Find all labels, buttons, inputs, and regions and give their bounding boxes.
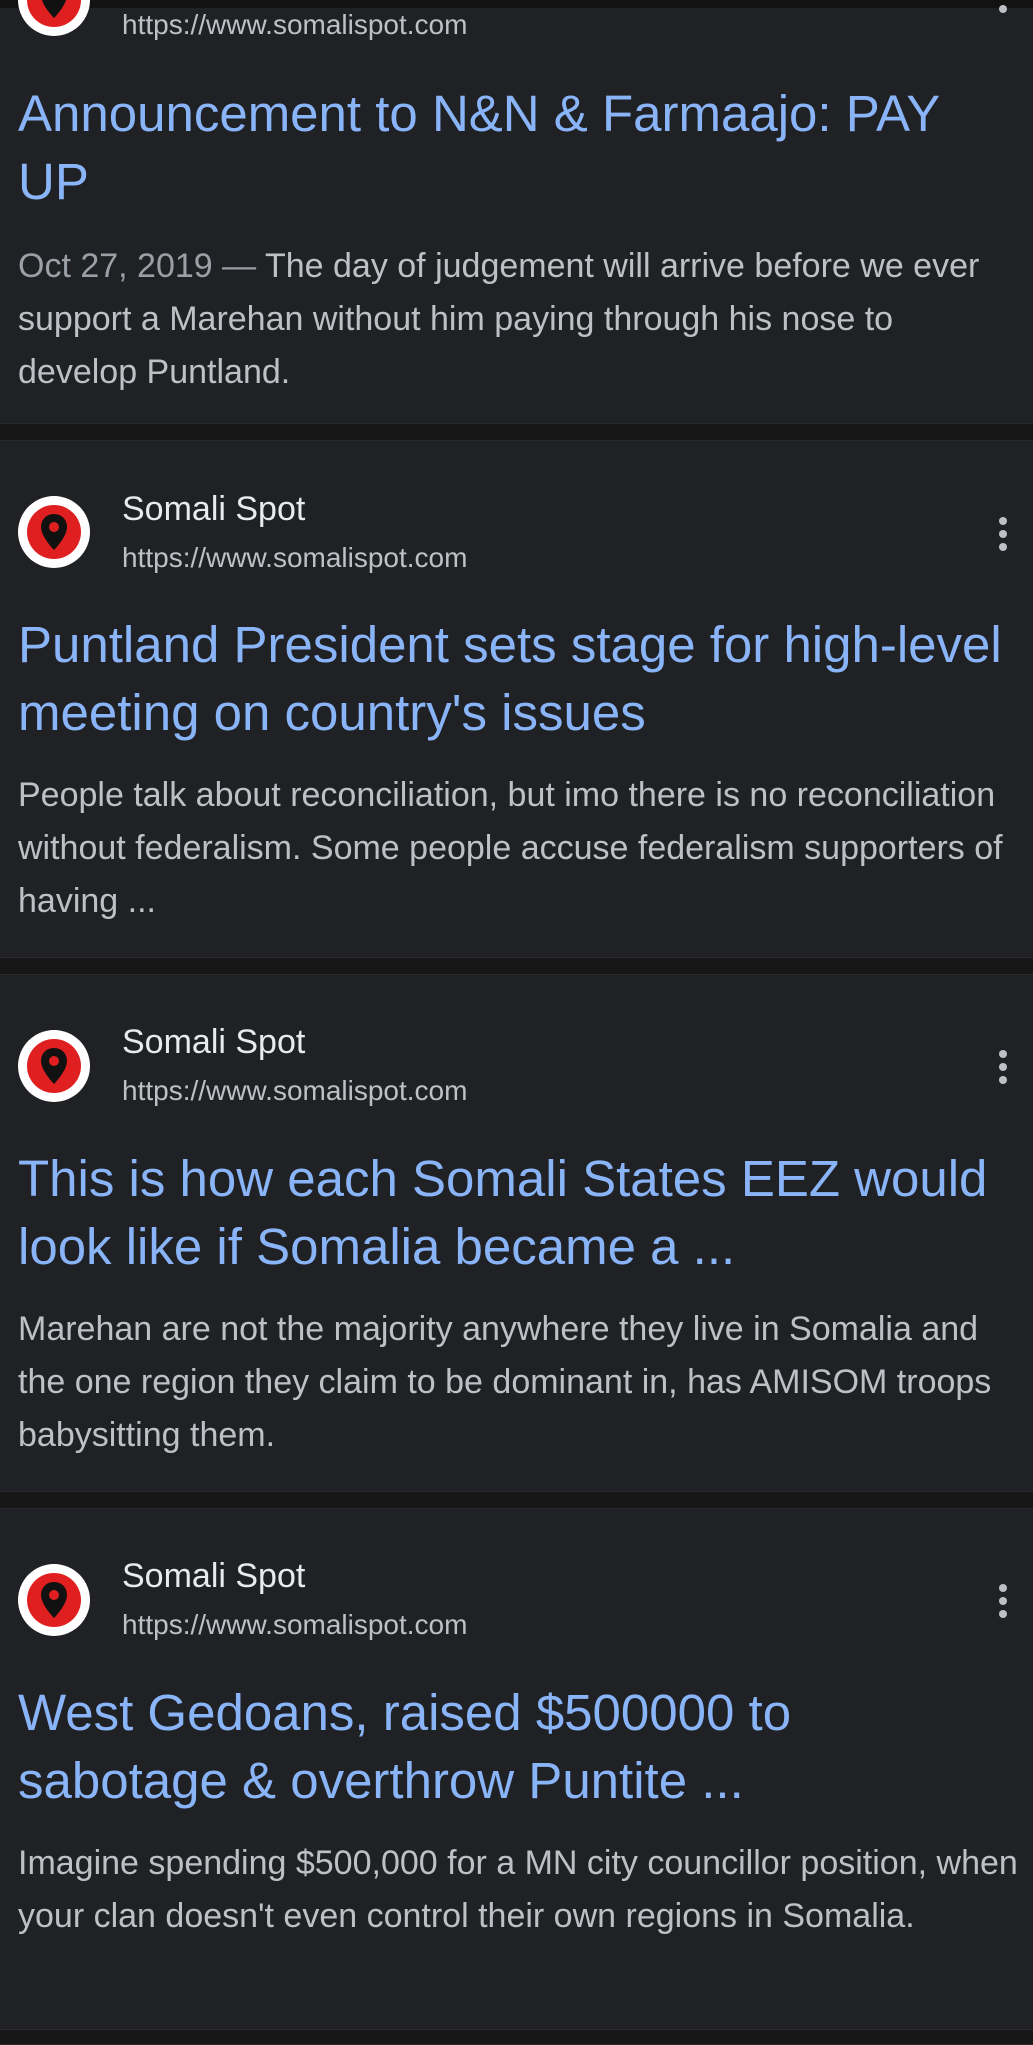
result-snippet: Imagine spending $500,000 for a MN city … [18,1844,1018,1935]
result-url: https://www.somalispot.com [122,9,468,40]
site-favicon-icon[interactable] [18,1030,90,1102]
site-favicon-icon[interactable] [18,496,90,568]
result-divider [0,423,1033,441]
result-divider [0,1491,1033,1509]
more-options-button[interactable] [991,510,1015,558]
search-result: Somali Spot https://www.somalispot.com T… [0,975,1033,1491]
result-site-name[interactable]: Somali Spot [122,1556,305,1596]
result-url: https://www.somalispot.com [122,542,468,573]
result-divider [0,957,1033,975]
more-options-button[interactable] [991,1043,1015,1091]
result-snippet: People talk about reconciliation, but im… [18,776,1003,920]
search-result: Somali Spot https://www.somalispot.com W… [0,1509,1033,2029]
more-options-button[interactable] [991,0,1015,20]
result-divider [0,2029,1033,2045]
more-options-button[interactable] [991,1577,1015,1625]
site-favicon-icon[interactable] [18,1564,90,1636]
result-site-name[interactable]: Somali Spot [122,489,305,529]
result-title-link[interactable]: Puntland President sets stage for high-l… [18,611,1008,747]
result-title-link[interactable]: West Gedoans, raised $500000 to sabotage… [18,1679,1008,1815]
result-snippet: Oct 27, 2019 — The day of judgement will… [18,240,1018,399]
result-snippet: Marehan are not the majority anywhere th… [18,1310,992,1454]
search-result: Somali Spot https://www.somalispot.com P… [0,441,1033,957]
result-date: Oct 27, 2019 — [18,247,265,285]
site-favicon-icon[interactable] [18,0,90,36]
result-title-link[interactable]: Announcement to N&N & Farmaajo: PAY UP [18,80,1008,216]
result-title-link[interactable]: This is how each Somali States EEZ would… [18,1145,1008,1281]
result-url: https://www.somalispot.com [122,1609,468,1640]
search-result: https://www.somalispot.com Announcement … [0,0,1033,423]
result-url: https://www.somalispot.com [122,1075,468,1106]
result-site-name[interactable]: Somali Spot [122,1022,305,1062]
top-edge [0,0,1033,8]
